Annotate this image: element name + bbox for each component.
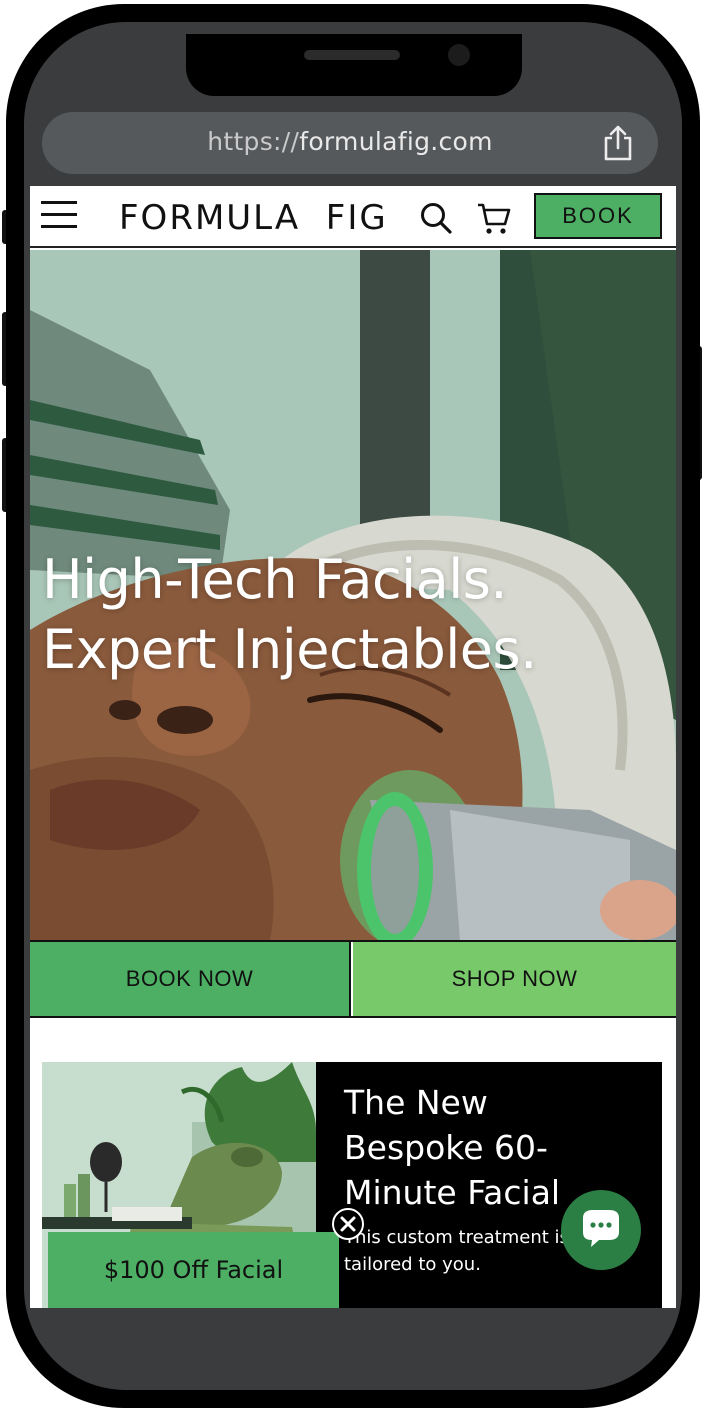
book-now-button[interactable]: BOOK NOW xyxy=(30,942,351,1016)
cta-row: BOOK NOW SHOP NOW xyxy=(30,940,676,1018)
site-navbar: FORMULA FIG BOOK xyxy=(30,186,676,248)
feature-title-line2: Bespoke 60- xyxy=(344,1128,548,1167)
promo-banner[interactable]: $100 Off Facial xyxy=(48,1232,339,1308)
hero-headline-line1: High-Tech Facials. xyxy=(42,548,508,611)
book-button[interactable]: BOOK xyxy=(534,193,662,239)
feature-title-line1: The New xyxy=(344,1083,488,1122)
speaker-grille xyxy=(304,50,400,60)
close-circle-icon[interactable] xyxy=(332,1208,364,1240)
website-viewport: FORMULA FIG BOOK High-Tech Facials. Expe… xyxy=(30,186,676,1308)
site-logo[interactable]: FORMULA FIG xyxy=(119,198,388,238)
hero-headline-line2: Expert Injectables. xyxy=(42,618,537,681)
cart-icon[interactable] xyxy=(476,200,512,236)
hero-section: High-Tech Facials. Expert Injectables. xyxy=(30,250,676,940)
search-icon[interactable] xyxy=(418,200,454,236)
url-text[interactable]: https://formulafig.com xyxy=(42,127,658,156)
hamburger-menu-icon[interactable] xyxy=(41,201,77,231)
shop-now-button[interactable]: SHOP NOW xyxy=(353,942,676,1016)
browser-url-bar[interactable]: https://formulafig.com xyxy=(42,112,658,174)
front-camera xyxy=(448,44,470,66)
share-icon[interactable] xyxy=(600,124,636,162)
phone-notch xyxy=(186,34,522,96)
hero-headline: High-Tech Facials. Expert Injectables. xyxy=(42,545,537,685)
chat-button[interactable] xyxy=(561,1190,641,1270)
url-scheme: https:// xyxy=(207,127,300,156)
chat-bubble-icon xyxy=(583,1210,619,1247)
url-domain: formulafig.com xyxy=(299,127,493,156)
